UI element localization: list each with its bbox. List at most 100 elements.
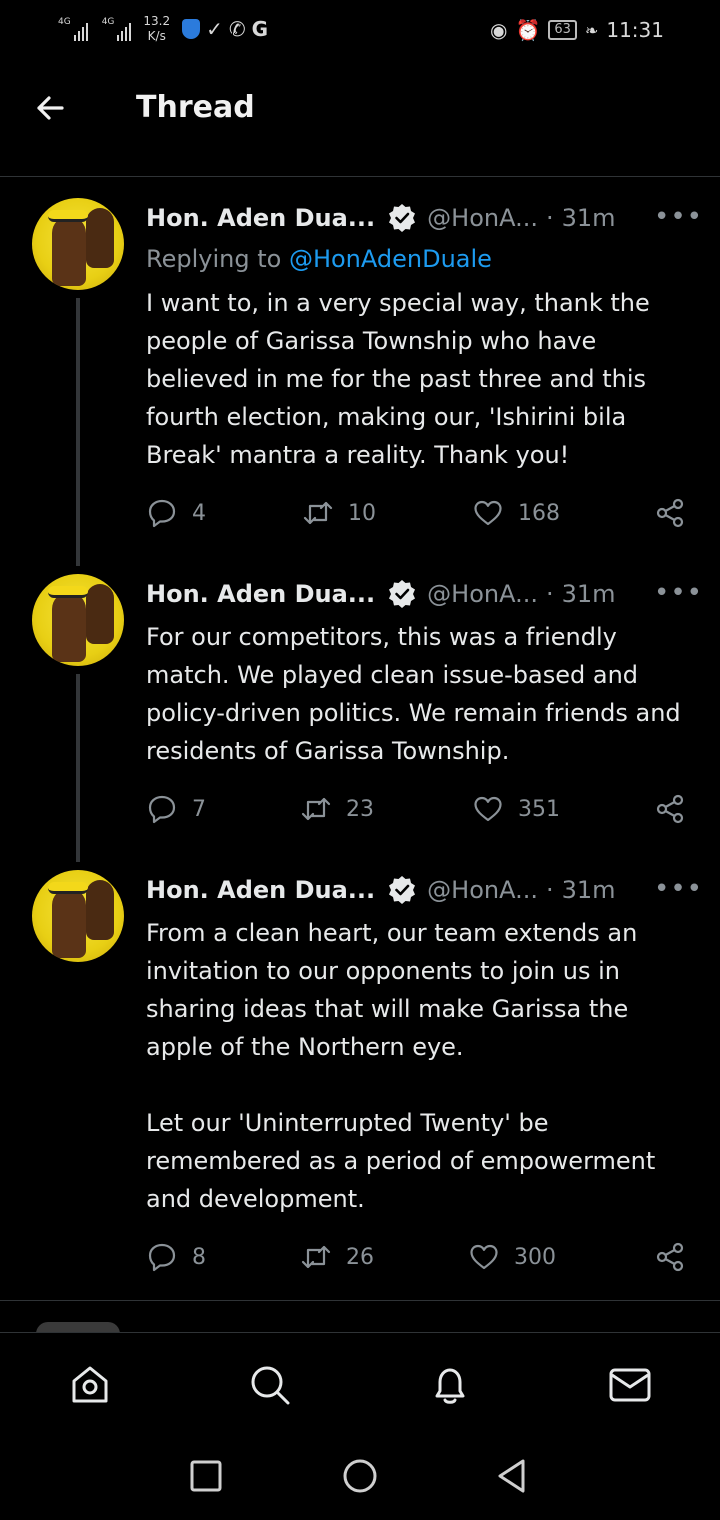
like-button[interactable]: 168 bbox=[472, 497, 560, 529]
meta-separator: · bbox=[546, 876, 554, 904]
retweet-button[interactable]: 10 bbox=[302, 497, 376, 529]
reply-count: 8 bbox=[192, 1244, 206, 1270]
tweet-text: I want to, in a very special way, thank … bbox=[146, 289, 650, 469]
thread-connector bbox=[76, 298, 80, 566]
tweet-timestamp[interactable]: 31m bbox=[562, 876, 616, 904]
header-divider bbox=[0, 176, 720, 177]
verified-badge-icon bbox=[389, 204, 416, 232]
bottom-navigation bbox=[0, 1332, 720, 1436]
tweet-header: Hon. Aden Dua... @HonA... · 31m bbox=[146, 875, 616, 905]
retweet-button[interactable]: 23 bbox=[300, 793, 374, 825]
network-type-1: 4G bbox=[58, 17, 71, 27]
back-triangle-icon[interactable] bbox=[492, 1456, 532, 1496]
eye-comfort-icon: ◉ bbox=[490, 18, 508, 42]
mention-link[interactable]: @HonAdenDuale bbox=[289, 245, 492, 273]
retweet-button[interactable]: 26 bbox=[300, 1241, 374, 1273]
share-icon bbox=[656, 794, 684, 824]
like-count: 351 bbox=[518, 796, 560, 822]
status-bar: 4G 4G 13.2 K/s ✓ ✆ G ◉ ⏰ 63 ❧ 11:31 bbox=[0, 0, 720, 62]
home-circle-icon[interactable] bbox=[340, 1456, 380, 1496]
author-name[interactable]: Hon. Aden Dua... bbox=[146, 876, 375, 904]
thread-divider bbox=[0, 1300, 720, 1301]
share-icon bbox=[656, 498, 684, 528]
tweet-timestamp[interactable]: 31m bbox=[562, 204, 616, 232]
more-horizontal-icon[interactable]: ••• bbox=[654, 202, 703, 232]
like-count: 168 bbox=[518, 500, 560, 526]
reply-count: 4 bbox=[192, 500, 206, 526]
avatar[interactable] bbox=[32, 870, 124, 962]
tweet-actions: 8 26 300 bbox=[146, 1241, 692, 1277]
arrow-left-icon[interactable] bbox=[30, 88, 70, 128]
battery-level: 63 bbox=[554, 22, 571, 37]
system-navigation-bar bbox=[0, 1436, 720, 1520]
thread-connector bbox=[76, 674, 80, 862]
share-button[interactable] bbox=[654, 497, 686, 529]
like-button[interactable]: 351 bbox=[472, 793, 560, 825]
signal-2-icon: 4G bbox=[102, 17, 132, 41]
replying-to-label: Replying to bbox=[146, 245, 289, 273]
network-type-2: 4G bbox=[101, 17, 115, 27]
reply-button[interactable]: 4 bbox=[146, 497, 206, 529]
clock: 11:31 bbox=[606, 18, 664, 42]
retweet-icon bbox=[303, 501, 333, 525]
reply-icon bbox=[148, 499, 176, 528]
avatar[interactable] bbox=[32, 574, 124, 666]
mail-icon[interactable] bbox=[608, 1363, 652, 1407]
author-name[interactable]: Hon. Aden Dua... bbox=[146, 204, 375, 232]
author-name[interactable]: Hon. Aden Dua... bbox=[146, 580, 375, 608]
reply-button[interactable]: 7 bbox=[146, 793, 206, 825]
heart-icon bbox=[470, 1244, 498, 1270]
author-handle[interactable]: @HonA... bbox=[427, 876, 538, 904]
replying-to: Replying to @HonAdenDuale bbox=[146, 245, 492, 273]
retweet-count: 26 bbox=[346, 1244, 374, 1270]
bell-icon[interactable] bbox=[428, 1363, 472, 1407]
tweet-header: Hon. Aden Dua... @HonA... · 31m bbox=[146, 579, 616, 609]
verified-badge-icon bbox=[389, 876, 416, 904]
tweet-header: Hon. Aden Dua... @HonA... · 31m bbox=[146, 203, 616, 233]
avatar[interactable] bbox=[32, 198, 124, 290]
network-speed: 13.2 K/s bbox=[143, 14, 170, 44]
tweet-actions: 7 23 351 bbox=[146, 793, 692, 829]
tweet-text: For our competitors, this was a friendly… bbox=[146, 623, 681, 765]
share-button[interactable] bbox=[654, 1241, 686, 1273]
speed-unit: K/s bbox=[147, 29, 166, 43]
more-horizontal-icon[interactable]: ••• bbox=[654, 578, 703, 608]
reply-icon bbox=[148, 795, 176, 824]
retweet-icon bbox=[301, 1245, 331, 1269]
home-icon[interactable] bbox=[68, 1363, 112, 1407]
retweet-count: 10 bbox=[348, 500, 376, 526]
reply-icon bbox=[148, 1243, 176, 1272]
search-icon[interactable] bbox=[248, 1363, 292, 1407]
download-done-icon: ✓ bbox=[206, 17, 223, 41]
top-app-bar: Thread bbox=[0, 62, 720, 174]
leaf-icon: ❧ bbox=[584, 20, 599, 40]
author-handle[interactable]: @HonA... bbox=[427, 580, 538, 608]
recent-apps-icon[interactable] bbox=[186, 1456, 226, 1496]
heart-icon bbox=[474, 500, 502, 526]
more-horizontal-icon[interactable]: ••• bbox=[654, 874, 703, 904]
status-right: ◉ ⏰ 63 ❧ 11:31 bbox=[490, 18, 664, 42]
like-count: 300 bbox=[514, 1244, 556, 1270]
share-button[interactable] bbox=[654, 793, 686, 825]
google-icon: G bbox=[251, 17, 269, 41]
tweet-timestamp[interactable]: 31m bbox=[562, 580, 616, 608]
tweet-actions: 4 10 168 bbox=[146, 497, 692, 533]
retweet-count: 23 bbox=[346, 796, 374, 822]
whatsapp-icon: ✆ bbox=[228, 17, 246, 41]
meta-separator: · bbox=[546, 580, 554, 608]
speed-value: 13.2 bbox=[143, 14, 171, 28]
reply-count: 7 bbox=[192, 796, 206, 822]
signal-1-icon: 4G bbox=[58, 17, 88, 41]
page-title: Thread bbox=[136, 90, 255, 125]
status-left: 4G 4G 13.2 K/s ✓ ✆ G bbox=[58, 14, 268, 44]
meta-separator: · bbox=[546, 204, 554, 232]
share-icon bbox=[656, 1242, 684, 1272]
retweet-icon bbox=[301, 797, 331, 821]
tweet-text: From a clean heart, our team extends an … bbox=[146, 919, 656, 1213]
alarm-icon: ⏰ bbox=[515, 18, 541, 42]
like-button[interactable]: 300 bbox=[468, 1241, 556, 1273]
verified-badge-icon bbox=[389, 580, 416, 608]
reply-button[interactable]: 8 bbox=[146, 1241, 206, 1273]
author-handle[interactable]: @HonA... bbox=[427, 204, 538, 232]
shield-icon bbox=[182, 19, 201, 39]
